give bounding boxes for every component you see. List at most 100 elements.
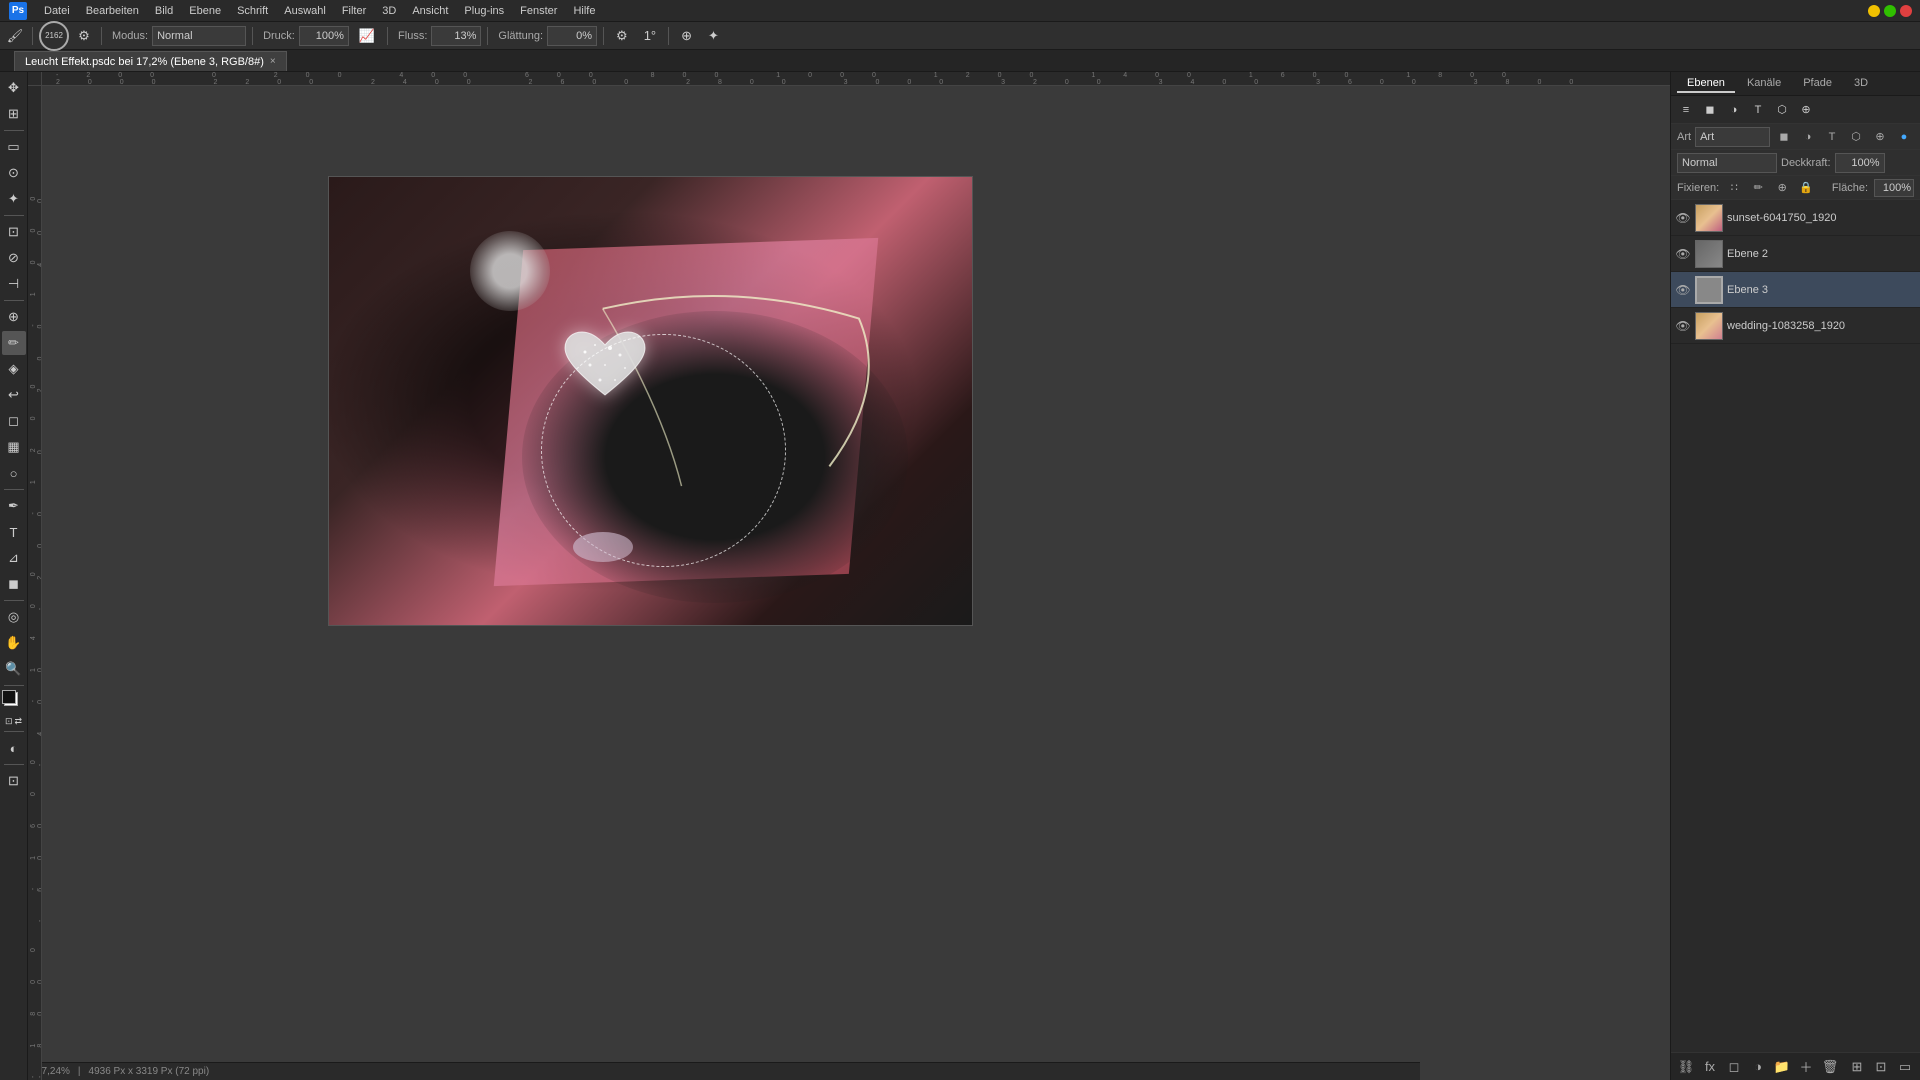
hand-tool[interactable]: ✋ [2, 631, 26, 655]
canvas-content[interactable] [328, 176, 973, 626]
window-minimize[interactable] [1868, 5, 1880, 17]
type-layer-btn[interactable]: T [1747, 99, 1769, 121]
document-tab[interactable]: Leucht Effekt.psdc bei 17,2% (Ebene 3, R… [14, 51, 287, 71]
menu-auswahl[interactable]: Auswahl [276, 3, 334, 19]
type-tool[interactable]: T [2, 520, 26, 544]
layer-visibility-wedding[interactable]: 👁 [1675, 318, 1691, 334]
group-btn[interactable]: 📁 [1771, 1056, 1793, 1078]
layer-filter-type[interactable]: T [1822, 127, 1842, 147]
fill-input[interactable] [1874, 179, 1914, 197]
tab-close-btn[interactable]: × [270, 56, 276, 67]
history-brush-tool[interactable]: ↩ [2, 383, 26, 407]
druck-curve-btn[interactable]: 📈 [353, 25, 381, 47]
fluss-input[interactable] [431, 26, 481, 46]
eyedropper-tool[interactable]: ⊘ [2, 246, 26, 270]
adjustment-btn[interactable]: ◑ [1747, 1056, 1769, 1078]
window-close[interactable] [1900, 5, 1912, 17]
tab-kanaele[interactable]: Kanäle [1737, 75, 1791, 93]
canvas-image[interactable] [328, 176, 973, 626]
menu-schrift[interactable]: Schrift [229, 3, 276, 19]
pressure-btn[interactable]: ⊕ [675, 25, 698, 47]
eraser-tool[interactable]: ◻ [2, 409, 26, 433]
swap-colors-btn[interactable]: ⇄ [15, 716, 23, 727]
layer-type-filter[interactable]: Art Name Effekt [1695, 127, 1770, 147]
fx-btn[interactable]: fx [1699, 1056, 1721, 1078]
window-maximize[interactable] [1884, 5, 1896, 17]
layer-filter-pixel[interactable]: ◼ [1774, 127, 1794, 147]
lock-position-btn[interactable]: ⊕ [1773, 179, 1791, 197]
marquee-tool[interactable]: ▭ [2, 135, 26, 159]
dodge-tool[interactable]: ○ [2, 461, 26, 485]
layer-item-sunset[interactable]: 👁 sunset-6041750_1920 [1671, 200, 1920, 236]
tab-pfade[interactable]: Pfade [1793, 75, 1842, 93]
layer-visibility-ebene2[interactable]: 👁 [1675, 246, 1691, 262]
airbrush-btn[interactable]: ✦ [702, 25, 725, 47]
filter-layers-toggle[interactable]: ≡ [1675, 99, 1697, 121]
lasso-tool[interactable]: ⊙ [2, 161, 26, 185]
crop-tool[interactable]: ⊡ [2, 220, 26, 244]
delete-layer-btn[interactable]: 🗑 [1819, 1056, 1841, 1078]
tab-3d[interactable]: 3D [1844, 75, 1878, 93]
layer-item-ebene3[interactable]: 👁 Ebene 3 [1671, 272, 1920, 308]
zoom-tool[interactable]: 🔍 [2, 657, 26, 681]
3d-tool[interactable]: ◎ [2, 605, 26, 629]
shape-tool[interactable]: ◼ [2, 572, 26, 596]
clone-tool[interactable]: ◈ [2, 357, 26, 381]
image-size-btn[interactable]: ▭ [1894, 1056, 1916, 1078]
spot-heal-tool[interactable]: ⊕ [2, 305, 26, 329]
canvas-resize-btn[interactable]: ⊡ [1870, 1056, 1892, 1078]
new-layer-btn[interactable]: ＋ [1795, 1056, 1817, 1078]
menu-ansicht[interactable]: Ansicht [404, 3, 456, 19]
pixel-layer-btn[interactable]: ◼ [1699, 99, 1721, 121]
screen-mode-btn[interactable]: ⊡ [2, 769, 26, 793]
path-select-tool[interactable]: ⊿ [2, 546, 26, 570]
menu-3d[interactable]: 3D [374, 3, 404, 19]
snap-btn[interactable]: ⊞ [1846, 1056, 1868, 1078]
angle-btn[interactable]: 1° [638, 25, 662, 47]
layer-item-wedding[interactable]: 👁 wedding-1083258_1920 [1671, 308, 1920, 344]
default-colors-btn[interactable]: ⊡ [5, 716, 13, 727]
artboard-tool[interactable]: ⊞ [2, 102, 26, 126]
brush-tool[interactable]: ✏ [2, 331, 26, 355]
canvas-wrapper[interactable]: -1800 -1600 -1400 -1200 -1000 -800 -600 … [28, 86, 1670, 1080]
menu-filter[interactable]: Filter [334, 3, 374, 19]
pen-tool[interactable]: ✒ [2, 494, 26, 518]
tab-ebenen[interactable]: Ebenen [1677, 75, 1735, 93]
menu-bild[interactable]: Bild [147, 3, 181, 19]
menu-datei[interactable]: Datei [36, 3, 78, 19]
add-mask-btn[interactable]: ◻ [1723, 1056, 1745, 1078]
shape-layer-btn[interactable]: ⬡ [1771, 99, 1793, 121]
opacity-input[interactable] [1835, 153, 1885, 173]
brush-settings-btn[interactable]: ⚙ [73, 25, 95, 47]
adjustment-layer-btn[interactable]: ◑ [1723, 99, 1745, 121]
layer-item-ebene2[interactable]: 👁 Ebene 2 [1671, 236, 1920, 272]
menu-fenster[interactable]: Fenster [512, 3, 565, 19]
link-layers-btn[interactable]: ⛓ [1675, 1056, 1697, 1078]
canvas-cursor[interactable] [676, 410, 686, 420]
glattung-input[interactable] [547, 26, 597, 46]
lock-all-btn[interactable]: 🔒 [1797, 179, 1815, 197]
menu-plugins[interactable]: Plug-ins [456, 3, 512, 19]
move-tool[interactable]: ✥ [2, 76, 26, 100]
quick-mask-btn[interactable]: ◐ [2, 736, 26, 760]
menu-bearbeiten[interactable]: Bearbeiten [78, 3, 147, 19]
layer-filter-active-toggle[interactable]: ● [1894, 127, 1914, 147]
symmetry-btn[interactable]: ⚙ [610, 25, 634, 47]
blend-mode-dropdown[interactable]: Normal Multiplizieren Negativ multipliz.… [1677, 153, 1777, 173]
layer-filter-adj[interactable]: ◑ [1798, 127, 1818, 147]
layer-filter-shape[interactable]: ⬡ [1846, 127, 1866, 147]
smart-layer-btn[interactable]: ⊕ [1795, 99, 1817, 121]
layer-visibility-ebene3[interactable]: 👁 [1675, 282, 1691, 298]
mode-dropdown[interactable]: Normal Multiplizieren Negativ multipliz. [152, 26, 246, 46]
lock-pixels-btn[interactable]: ∷ [1725, 179, 1743, 197]
ruler-tool[interactable]: ⊣ [2, 272, 26, 296]
menu-ebene[interactable]: Ebene [181, 3, 229, 19]
magic-wand-tool[interactable]: ✦ [2, 187, 26, 211]
layer-filter-smart[interactable]: ⊕ [1870, 127, 1890, 147]
lock-image-btn[interactable]: ✏ [1749, 179, 1767, 197]
foreground-color[interactable] [2, 690, 16, 704]
menu-hilfe[interactable]: Hilfe [565, 3, 603, 19]
tool-preset-btn[interactable]: 🖌 [4, 25, 26, 47]
layer-visibility-sunset[interactable]: 👁 [1675, 210, 1691, 226]
druck-input[interactable] [299, 26, 349, 46]
